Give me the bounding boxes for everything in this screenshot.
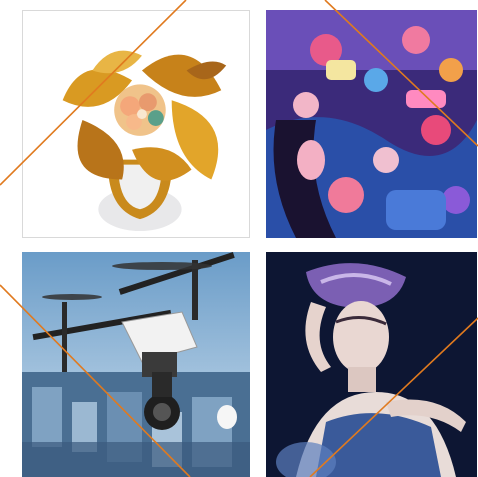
drone-city-image: [22, 252, 250, 477]
fashion-portrait-image: [266, 252, 477, 477]
illustrated-crowd-image: [266, 10, 477, 238]
gold-ring-image: [23, 11, 249, 237]
image-tile-fashion-portrait[interactable]: [266, 252, 477, 477]
image-tile-drone-city[interactable]: [22, 252, 250, 477]
image-tile-gold-ring[interactable]: [22, 10, 250, 238]
image-tile-illustrated-crowd[interactable]: [266, 10, 477, 238]
